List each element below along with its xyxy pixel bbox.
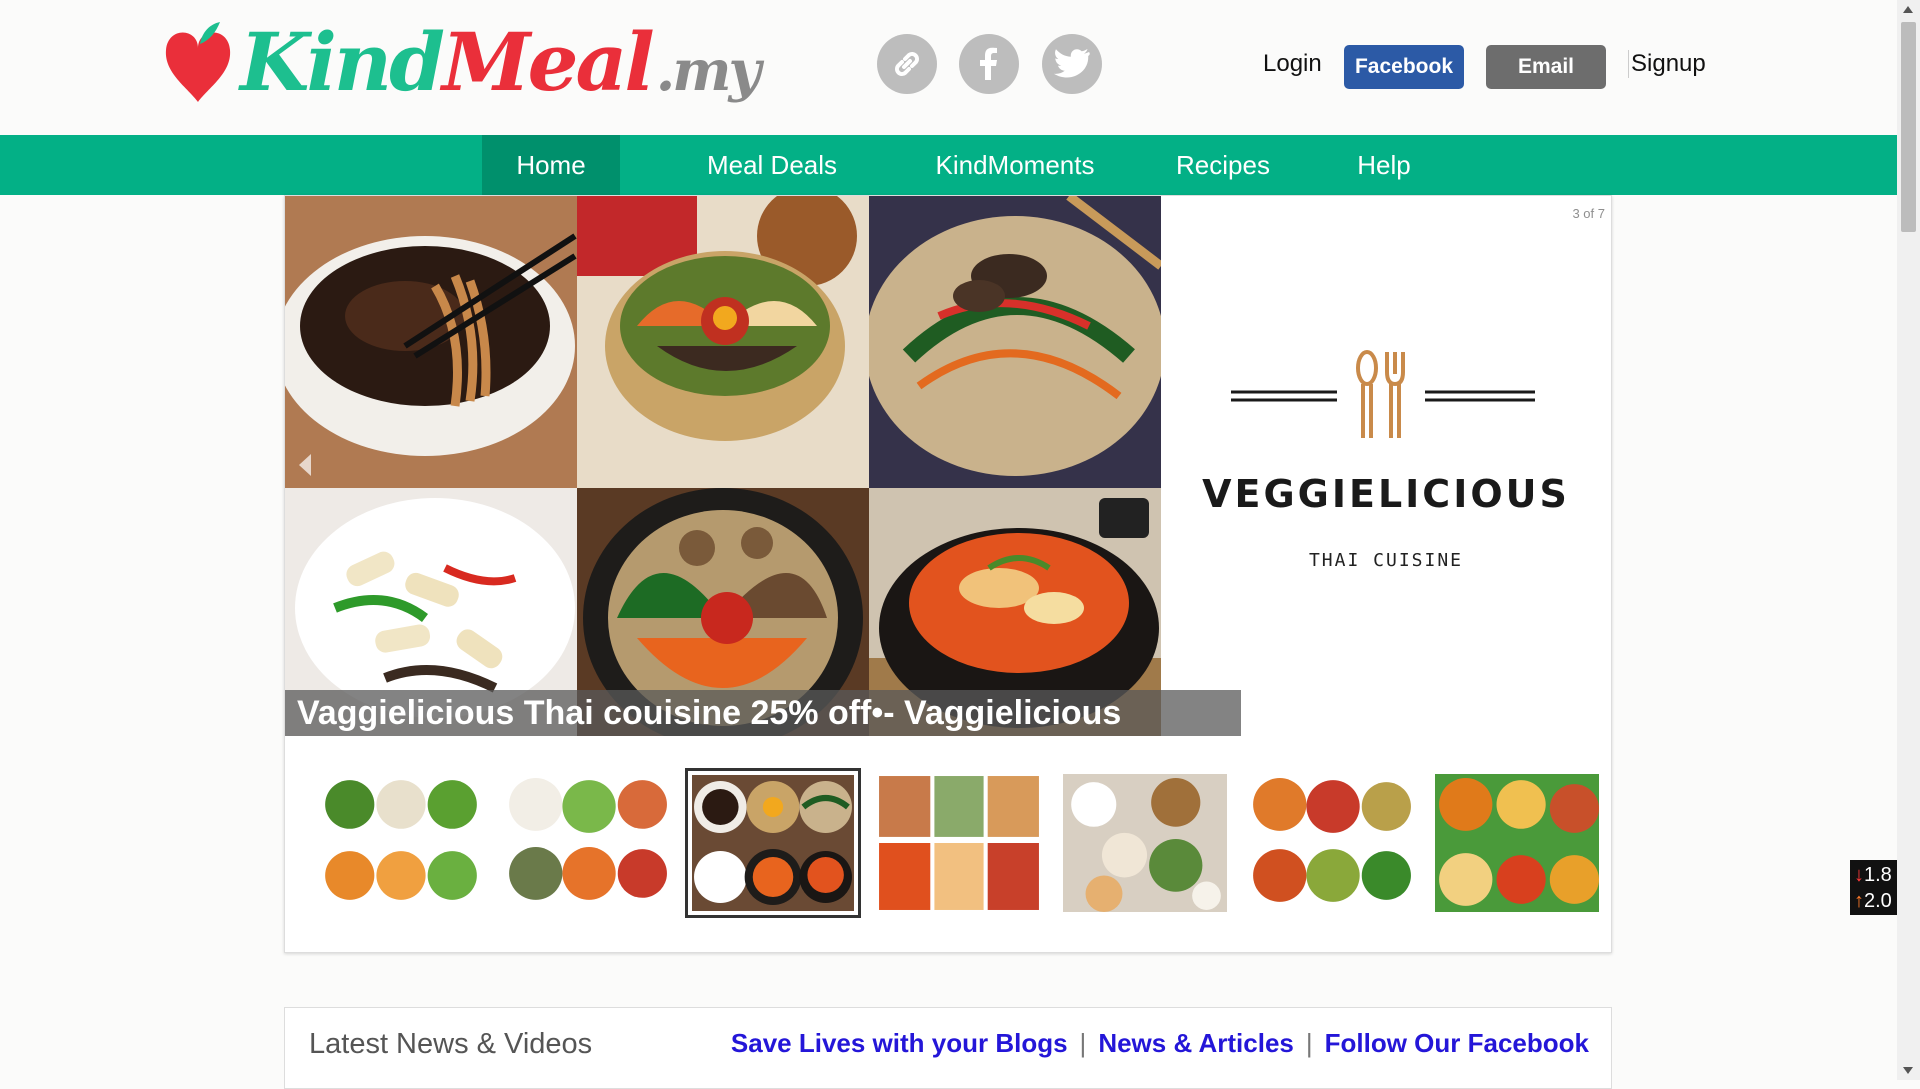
latest-news-title: Latest News & Videos [309,1028,593,1060]
signup-link[interactable]: Signup [1628,50,1706,78]
link-separator: | [1305,1028,1313,1058]
slide-counter: 3 of 7 [1572,206,1605,221]
facebook-icon [980,47,997,80]
food-photo-japchae [869,196,1161,488]
logo-meal: Meal [442,15,655,109]
logo-kind: Kind [240,15,445,109]
login-link[interactable]: Login [1263,50,1322,78]
save-lives-link[interactable]: Save Lives with your Blogs [731,1028,1068,1058]
slide-image[interactable] [285,196,1161,736]
brand-panel: 3 of 7 VEGGIELICIOUS THAI CUISINE [1161,196,1611,736]
slide-caption[interactable]: Vaggielicious Thai couisine 25% off•- Va… [285,690,1241,736]
thumbnail-3-active[interactable] [685,768,861,918]
facebook-login-button[interactable]: Facebook [1344,45,1464,89]
thumbnail-6[interactable] [1243,768,1419,918]
news-articles-link[interactable]: News & Articles [1098,1028,1294,1058]
featured-slider: 3 of 7 VEGGIELICIOUS THAI CUISINE Vaggie… [284,195,1612,953]
nav-item-recipes[interactable]: Recipes [1163,135,1283,195]
thumbnail-2[interactable] [499,768,675,918]
nav-item-kindmoments[interactable]: KindMoments [915,135,1115,195]
email-login-button[interactable]: Email [1486,45,1606,89]
nav-item-home[interactable]: Home [482,135,620,195]
logo-wordmark: KindMeal.my [240,22,761,104]
site-header: KindMeal.my Login Facebook Email Signup [0,0,1897,135]
nav-item-help[interactable]: Help [1343,135,1425,195]
brand-title: VEGGIELICIOUS [1202,472,1570,516]
news-links: Save Lives with your Blogs | News & Articl… [731,1028,1589,1059]
heart-logo-icon [165,22,231,102]
scroll-down-arrow-icon[interactable] [1903,1067,1913,1074]
food-photo-bibimbap [577,196,869,488]
thumbnail-strip [313,768,1605,920]
up-arrow-icon: ↑ [1854,890,1864,912]
link-icon [895,52,919,76]
twitter-icon [1053,49,1090,78]
slider-prev-arrow[interactable] [299,454,311,476]
main-nav: Home Meal Deals KindMoments Recipes Help [0,135,1897,195]
thumbnail-1[interactable] [313,768,489,918]
link-separator: | [1079,1028,1087,1058]
page-scrollbar[interactable] [1897,0,1920,1080]
logo-my: .my [655,38,761,104]
down-arrow-icon: ↓ [1854,864,1864,886]
follow-facebook-link[interactable]: Follow Our Facebook [1325,1028,1589,1058]
link-icon-button[interactable] [877,34,937,94]
food-photo-noodles [285,196,577,488]
latest-news-panel: Latest News & Videos Save Lives with you… [284,1007,1612,1089]
facebook-icon-button[interactable] [959,34,1019,94]
thumbnail-4[interactable] [871,768,1047,918]
scroll-thumb[interactable] [1901,22,1916,232]
fork-spoon-icon [1231,350,1535,438]
brand-subtitle: THAI CUISINE [1308,550,1464,571]
twitter-icon-button[interactable] [1042,34,1102,94]
thumbnail-5[interactable] [1057,768,1233,918]
scroll-up-arrow-icon[interactable] [1903,6,1913,13]
thumbnail-7[interactable] [1429,768,1605,918]
nav-item-meal-deals[interactable]: Meal Deals [690,135,854,195]
